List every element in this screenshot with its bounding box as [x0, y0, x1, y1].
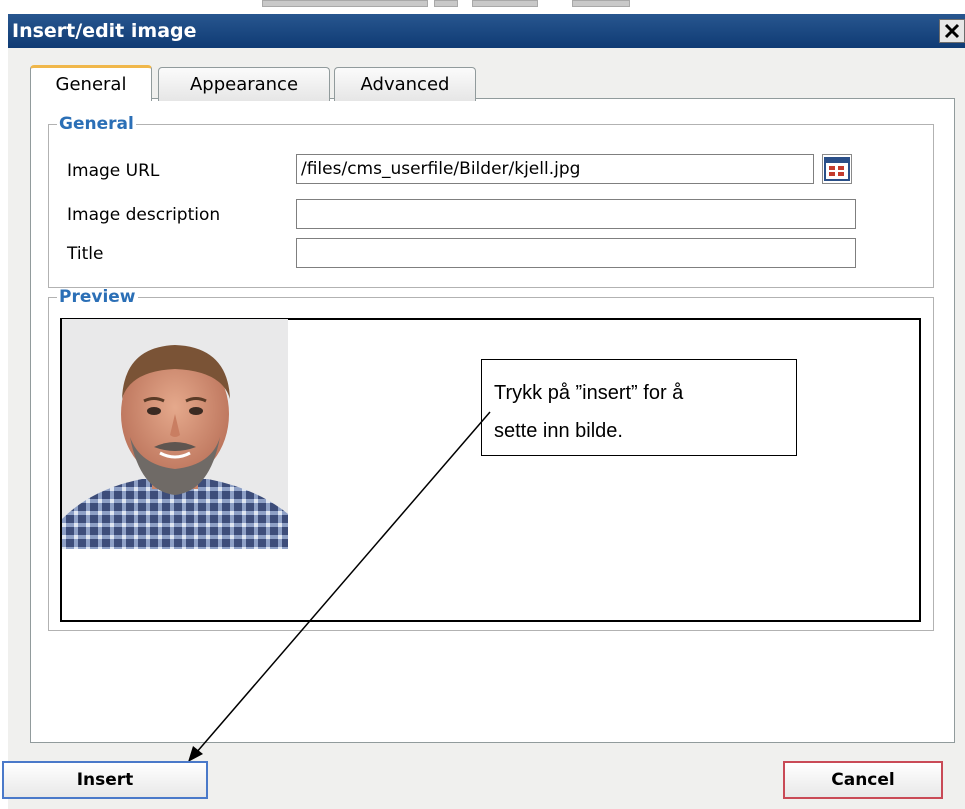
portrait-photo [62, 319, 288, 549]
title-input[interactable] [296, 238, 856, 268]
image-description-input[interactable] [296, 199, 856, 229]
instruction-callout: Trykk på ”insert” for å sette inn bilde. [481, 359, 797, 456]
tab-appearance[interactable]: Appearance [158, 67, 330, 101]
general-legend: General [59, 114, 134, 134]
background-toolbar-item [572, 0, 630, 7]
preview-legend: Preview [59, 287, 136, 307]
insert-button[interactable]: Insert [2, 761, 208, 799]
tab-general[interactable]: General [30, 65, 152, 101]
tab-label: Appearance [189, 74, 299, 95]
file-browser-icon [824, 157, 850, 181]
image-url-input[interactable]: /files/cms_userfile/Bilder/kjell.jpg [296, 154, 814, 184]
image-url-label: Image URL [67, 161, 160, 181]
background-toolbar-item [472, 0, 538, 7]
callout-line-2: sette inn bilde. [494, 420, 623, 442]
tab-label: Advanced [360, 74, 450, 95]
background-toolbar-item [262, 0, 428, 7]
title-label: Title [67, 244, 104, 264]
browse-button[interactable] [822, 154, 852, 184]
callout-line-1: Trykk på ”insert” for å [494, 382, 684, 404]
tab-advanced[interactable]: Advanced [334, 67, 476, 101]
close-icon [944, 23, 960, 39]
background-toolbar-strip [0, 0, 965, 8]
cancel-button[interactable]: Cancel [783, 761, 943, 799]
image-description-label: Image description [67, 205, 221, 225]
dialog-titlebar[interactable]: Insert/edit image [8, 14, 965, 48]
dialog-title: Insert/edit image [12, 20, 197, 42]
background-toolbar-item [434, 0, 458, 7]
close-button[interactable] [939, 19, 965, 43]
tab-label: General [55, 74, 127, 95]
